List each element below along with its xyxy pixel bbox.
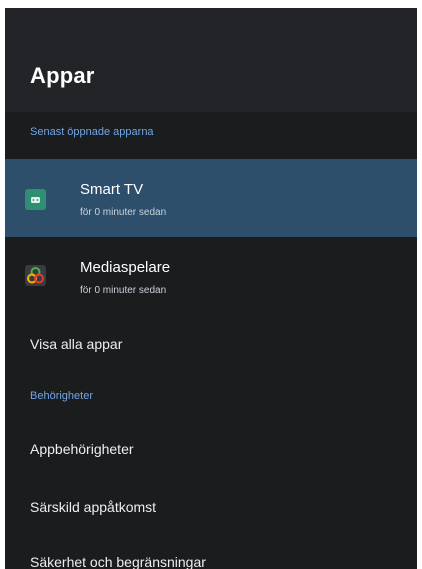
media-player-icon [25,265,46,286]
app-title: Smart TV [80,181,144,198]
app-last-opened: för 0 minuter sedan [80,285,167,296]
security-restrictions-item[interactable]: Säkerhet och begränsningar [30,554,206,569]
special-app-access-item[interactable]: Särskild appåtkomst [30,499,156,515]
recent-app-smart-tv[interactable]: Smart TV för 0 minuter sedan [5,159,417,237]
app-title: Mediaspelare [80,259,171,276]
app-permissions-item[interactable]: Appbehörigheter [30,441,134,457]
app-last-opened: för 0 minuter sedan [80,207,167,218]
page-title: Appar [30,63,95,88]
recent-app-mediaspelare[interactable]: Mediaspelare för 0 minuter sedan [5,239,417,311]
section-label-permissions: Behörigheter [30,390,93,402]
settings-panel: Appar Senast öppnade apparna Smart TV fö… [5,8,417,569]
section-label-recent-apps: Senast öppnade apparna [30,126,154,138]
show-all-apps-item[interactable]: Visa alla appar [30,336,122,352]
android-tv-icon [25,189,46,210]
header: Appar [5,8,417,112]
